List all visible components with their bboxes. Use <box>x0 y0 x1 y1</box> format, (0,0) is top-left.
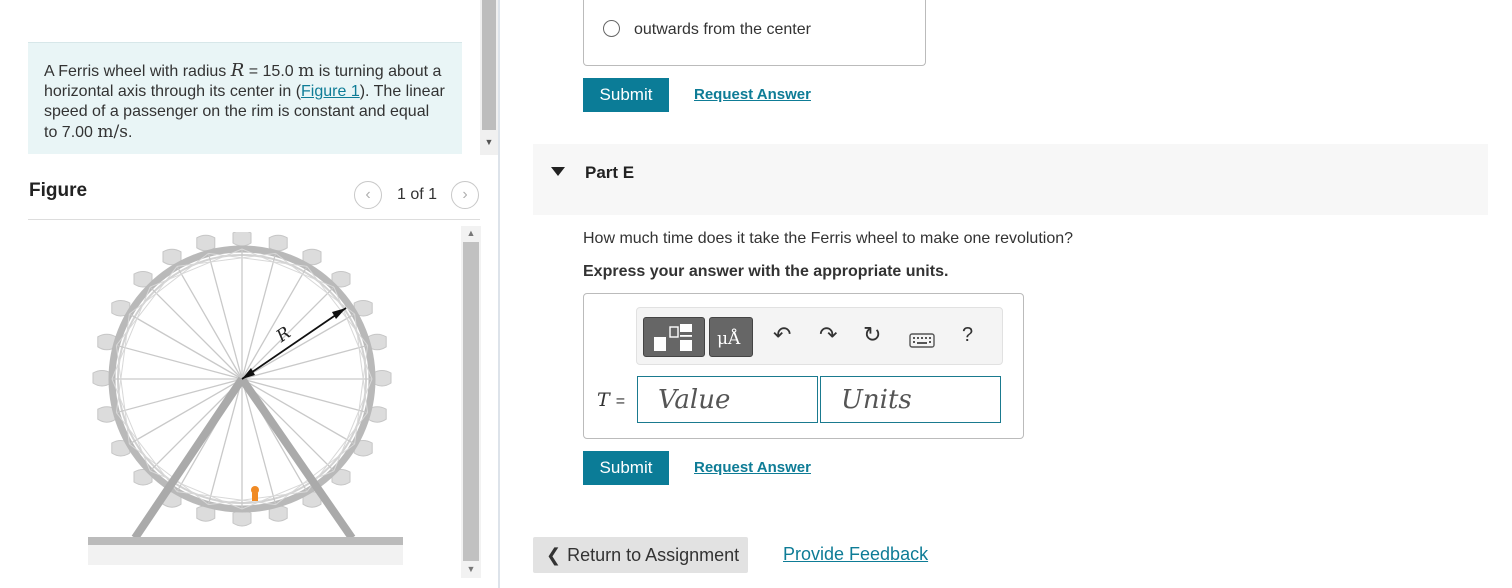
figure-page-indicator: 1 of 1 <box>397 186 438 203</box>
scroll-up-icon[interactable]: ▲ <box>461 226 481 240</box>
problem-text-1: A Ferris wheel with radius <box>44 63 231 80</box>
part-e-header[interactable]: Part E <box>533 144 1488 215</box>
problem-text-2: = 15.0 <box>244 63 299 80</box>
part-e-title: Part E <box>585 163 635 182</box>
equation-label: T = <box>597 389 625 411</box>
units-button[interactable]: μÅ <box>709 317 753 357</box>
figure-link[interactable]: Figure 1 <box>301 83 360 100</box>
collapse-triangle-icon[interactable] <box>551 167 565 176</box>
problem-text-5: . <box>127 124 133 141</box>
ferris-wheel-illustration: R <box>88 230 403 565</box>
submit-button-previous[interactable]: Submit <box>583 78 669 112</box>
reset-icon[interactable]: ↻ <box>863 322 881 348</box>
figure-scroll-thumb[interactable] <box>463 242 479 561</box>
scroll-down-icon[interactable]: ▼ <box>480 135 498 149</box>
equals-sign: = <box>615 393 626 410</box>
radius-variable: R <box>230 60 245 81</box>
ferris-wheel-figure: R <box>80 230 410 572</box>
next-figure-button[interactable]: › <box>451 181 480 209</box>
speed-unit: m/s <box>97 122 128 142</box>
value-input[interactable]: Value <box>637 376 818 423</box>
radio-outwards[interactable] <box>603 20 620 37</box>
left-panel: A Ferris wheel with radius R = 15.0 m is… <box>0 0 500 588</box>
units-mu-angstrom-icon: μÅ <box>717 329 741 349</box>
return-label: Return to Assignment <box>567 544 740 565</box>
left-panel-scroll-thumb[interactable] <box>482 0 496 130</box>
figure-scrollbar[interactable]: ▲ ▼ <box>461 226 481 578</box>
keyboard-shape <box>909 333 935 348</box>
chevron-left-icon: ❮ <box>546 544 562 565</box>
redo-icon[interactable]: ↷ <box>819 322 837 348</box>
math-toolbar: μÅ ↶ ↷ ↻ ? <box>636 307 1003 365</box>
keyboard-icon[interactable] <box>909 328 935 354</box>
chevron-right-icon: › <box>462 186 468 203</box>
provide-feedback-link[interactable]: Provide Feedback <box>783 544 928 565</box>
undo-icon[interactable]: ↶ <box>773 322 791 348</box>
panel-divider[interactable] <box>498 0 500 588</box>
figure-divider <box>28 219 480 220</box>
answer-box: μÅ ↶ ↷ ↻ ? T = Value Units <box>583 293 1024 439</box>
choice-list: outwards from the center <box>583 0 926 66</box>
choice-label-outwards[interactable]: outwards from the center <box>634 21 811 39</box>
question-text: How much time does it take the Ferris wh… <box>583 230 1074 247</box>
units-input[interactable]: Units <box>820 376 1001 423</box>
request-answer-link-previous[interactable]: Request Answer <box>694 86 811 103</box>
meter-unit: m <box>298 61 315 81</box>
figure-title: Figure <box>29 180 88 201</box>
help-button[interactable]: ? <box>962 324 973 347</box>
problem-statement: A Ferris wheel with radius R = 15.0 m is… <box>28 42 462 154</box>
radius-label: R <box>272 323 295 347</box>
left-panel-scrollbar[interactable]: ▼ <box>480 0 498 155</box>
templates-button[interactable] <box>643 317 705 357</box>
figure-pager: ‹ 1 of 1 › <box>354 181 480 209</box>
return-to-assignment-button[interactable]: ❮ Return to Assignment <box>533 537 748 573</box>
scroll-down-icon[interactable]: ▼ <box>461 562 481 576</box>
variable-t: T <box>597 389 610 411</box>
prev-figure-button[interactable]: ‹ <box>354 181 382 209</box>
request-answer-link[interactable]: Request Answer <box>694 459 811 476</box>
templates-icon <box>654 324 692 351</box>
submit-button[interactable]: Submit <box>583 451 669 485</box>
instruction-text: Express your answer with the appropriate… <box>583 263 949 280</box>
chevron-left-icon: ‹ <box>365 186 371 203</box>
